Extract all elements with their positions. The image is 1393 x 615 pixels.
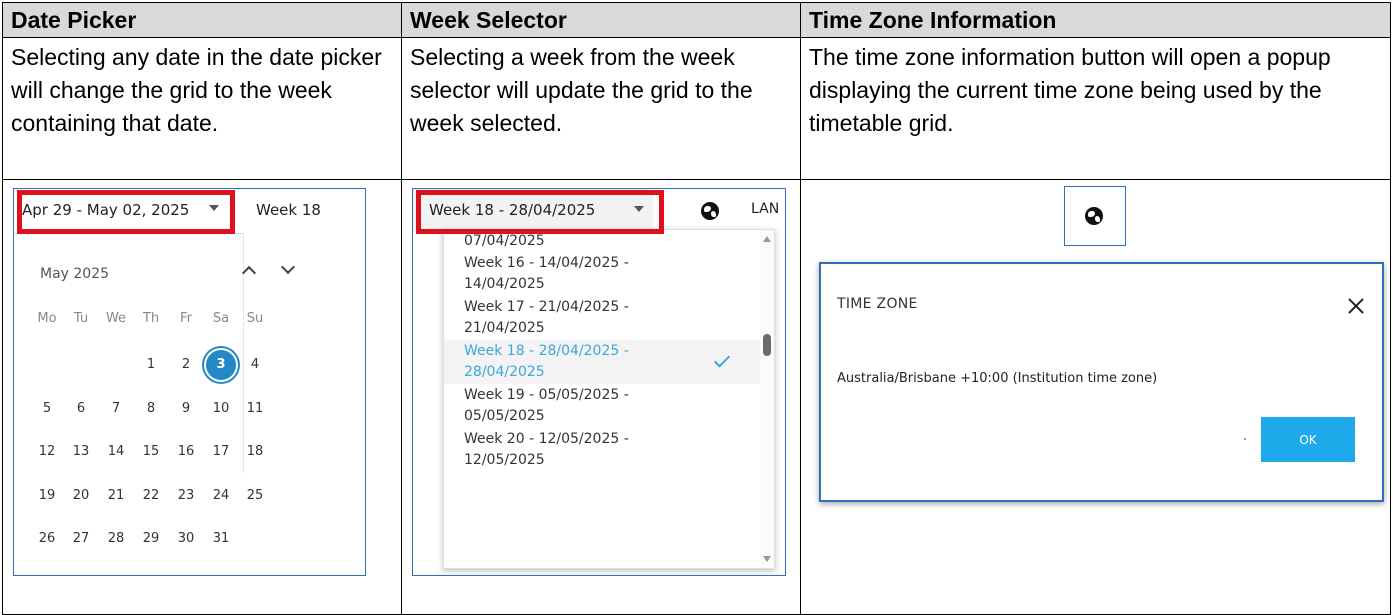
week-option[interactable]: Week 20 - 12/05/2025 - 12/05/2025 xyxy=(444,428,762,472)
chevron-down-icon[interactable] xyxy=(279,259,299,281)
time-zone-button[interactable] xyxy=(1064,186,1126,246)
week-option[interactable]: Week 19 - 05/05/2025 - 05/05/2025 xyxy=(444,384,762,428)
calendar-day[interactable]: 21 xyxy=(101,488,131,503)
week-option-line: Week 20 - 12/05/2025 - xyxy=(464,431,629,447)
time-zone-dialog: TIME ZONE Australia/Brisbane +10:00 (Ins… xyxy=(819,262,1384,502)
calendar-day[interactable]: 19 xyxy=(32,488,62,503)
calendar-day[interactable]: 16 xyxy=(171,444,201,459)
globe-icon xyxy=(1085,207,1103,225)
header-time-zone: Time Zone Information xyxy=(800,2,1391,38)
calendar-day[interactable]: 12 xyxy=(32,444,62,459)
calendar-day[interactable]: 18 xyxy=(240,444,270,459)
calendar-day[interactable]: 26 xyxy=(32,531,62,546)
ok-button[interactable]: OK xyxy=(1261,417,1355,462)
week-option-line: 14/04/2025 xyxy=(464,276,545,292)
highlight-box xyxy=(416,190,664,234)
description-week-selector: Selecting a week from the week selector … xyxy=(401,37,801,180)
calendar-day[interactable]: 22 xyxy=(136,488,166,503)
weekday-header: Su xyxy=(246,311,264,326)
calendar-day[interactable]: 20 xyxy=(66,488,96,503)
calendar-day[interactable]: 9 xyxy=(171,401,201,416)
calendar-day[interactable]: 29 xyxy=(136,531,166,546)
dialog-title: TIME ZONE xyxy=(837,296,918,312)
calendar-day[interactable]: 31 xyxy=(206,531,236,546)
calendar-day[interactable]: 25 xyxy=(240,488,270,503)
week-option-line: Week 17 - 21/04/2025 - xyxy=(464,299,629,315)
week-dropdown-list: 07/04/2025 Week 16 - 14/04/2025 - 14/04/20… xyxy=(443,229,775,569)
date-picker-frame: Apr 29 - May 02, 2025 Week 18 May 2025 M… xyxy=(13,188,366,576)
week-selector-screenshot-cell: Week 18 - 28/04/2025 LAN 07/04/2025 Week … xyxy=(401,179,801,615)
time-zone-text: Australia/Brisbane +10:00 (Institution t… xyxy=(837,371,1158,386)
weekday-header: We xyxy=(105,311,127,326)
weekday-header: Tu xyxy=(73,311,89,326)
description-time-zone: The time zone information button will op… xyxy=(800,37,1391,180)
scrollbar[interactable] xyxy=(760,230,774,568)
date-picker-screenshot-cell: Apr 29 - May 02, 2025 Week 18 May 2025 M… xyxy=(2,179,402,615)
week-label[interactable]: Week 18 xyxy=(256,201,321,219)
calendar-day[interactable]: 7 xyxy=(101,401,131,416)
calendar-day[interactable]: 8 xyxy=(136,401,166,416)
week-option-line: Week 19 - 05/05/2025 - xyxy=(464,387,629,403)
calendar-day[interactable]: 17 xyxy=(206,444,236,459)
calendar-day[interactable]: 2 xyxy=(171,357,201,372)
weekday-header: Mo xyxy=(37,311,57,326)
screenshot-row: Apr 29 - May 02, 2025 Week 18 May 2025 M… xyxy=(2,179,1391,615)
week-option[interactable]: Week 16 - 14/04/2025 - 14/04/2025 xyxy=(444,252,762,296)
calendar-day[interactable]: 28 xyxy=(101,531,131,546)
week-option-selected[interactable]: Week 18 - 28/04/2025 -28/04/2025 xyxy=(444,340,762,384)
description-date-picker: Selecting any date in the date picker wi… xyxy=(2,37,402,180)
separator-dot xyxy=(1244,438,1246,440)
calendar-day[interactable]: 30 xyxy=(171,531,201,546)
scroll-up-arrow-icon[interactable] xyxy=(763,236,771,242)
header-week-selector: Week Selector xyxy=(401,2,801,38)
scrollbar-thumb[interactable] xyxy=(763,334,771,356)
scroll-down-arrow-icon[interactable] xyxy=(763,556,771,562)
calendar-day[interactable]: 4 xyxy=(240,357,270,372)
instructions-table: Date Picker Week Selector Time Zone Info… xyxy=(2,2,1391,615)
week-option-line: 12/05/2025 xyxy=(464,452,545,468)
calendar-day[interactable]: 14 xyxy=(101,444,131,459)
calendar-day[interactable]: 23 xyxy=(171,488,201,503)
description-row: Selecting any date in the date picker wi… xyxy=(2,37,1391,180)
calendar-day[interactable]: 11 xyxy=(240,401,270,416)
header-row: Date Picker Week Selector Time Zone Info… xyxy=(2,2,1391,38)
week-option-line: 21/04/2025 xyxy=(464,320,545,336)
calendar-month-label: May 2025 xyxy=(40,266,110,282)
header-date-picker: Date Picker xyxy=(2,2,402,38)
calendar-day[interactable]: 24 xyxy=(206,488,236,503)
time-zone-screenshot-cell: TIME ZONE Australia/Brisbane +10:00 (Ins… xyxy=(800,179,1391,615)
weekday-header: Sa xyxy=(212,311,230,326)
calendar-day[interactable]: 1 xyxy=(136,357,166,372)
weekday-header: Th xyxy=(142,311,160,326)
calendar-day[interactable]: 15 xyxy=(136,444,166,459)
calendar-day[interactable]: 5 xyxy=(32,401,62,416)
week-selector-frame: Week 18 - 28/04/2025 LAN 07/04/2025 Week … xyxy=(412,188,786,576)
calendar-day[interactable]: 27 xyxy=(66,531,96,546)
calendar-day[interactable]: 10 xyxy=(206,401,236,416)
week-option-line: Week 16 - 14/04/2025 - xyxy=(464,255,629,271)
calendar-day[interactable]: 13 xyxy=(66,444,96,459)
calendar-day[interactable]: 6 xyxy=(66,401,96,416)
calendar-day-selected[interactable]: 3 xyxy=(206,357,236,372)
chevron-up-icon[interactable] xyxy=(240,261,260,281)
week-option-line: 07/04/2025 xyxy=(464,233,545,249)
weekday-header: Fr xyxy=(180,311,192,326)
globe-icon[interactable] xyxy=(701,202,719,220)
week-option-line: 05/05/2025 xyxy=(464,408,545,424)
highlight-box xyxy=(17,190,235,234)
language-menu-label[interactable]: LAN xyxy=(751,201,779,217)
week-option[interactable]: Week 17 - 21/04/2025 - 21/04/2025 xyxy=(444,296,762,340)
close-icon[interactable] xyxy=(1346,296,1366,316)
